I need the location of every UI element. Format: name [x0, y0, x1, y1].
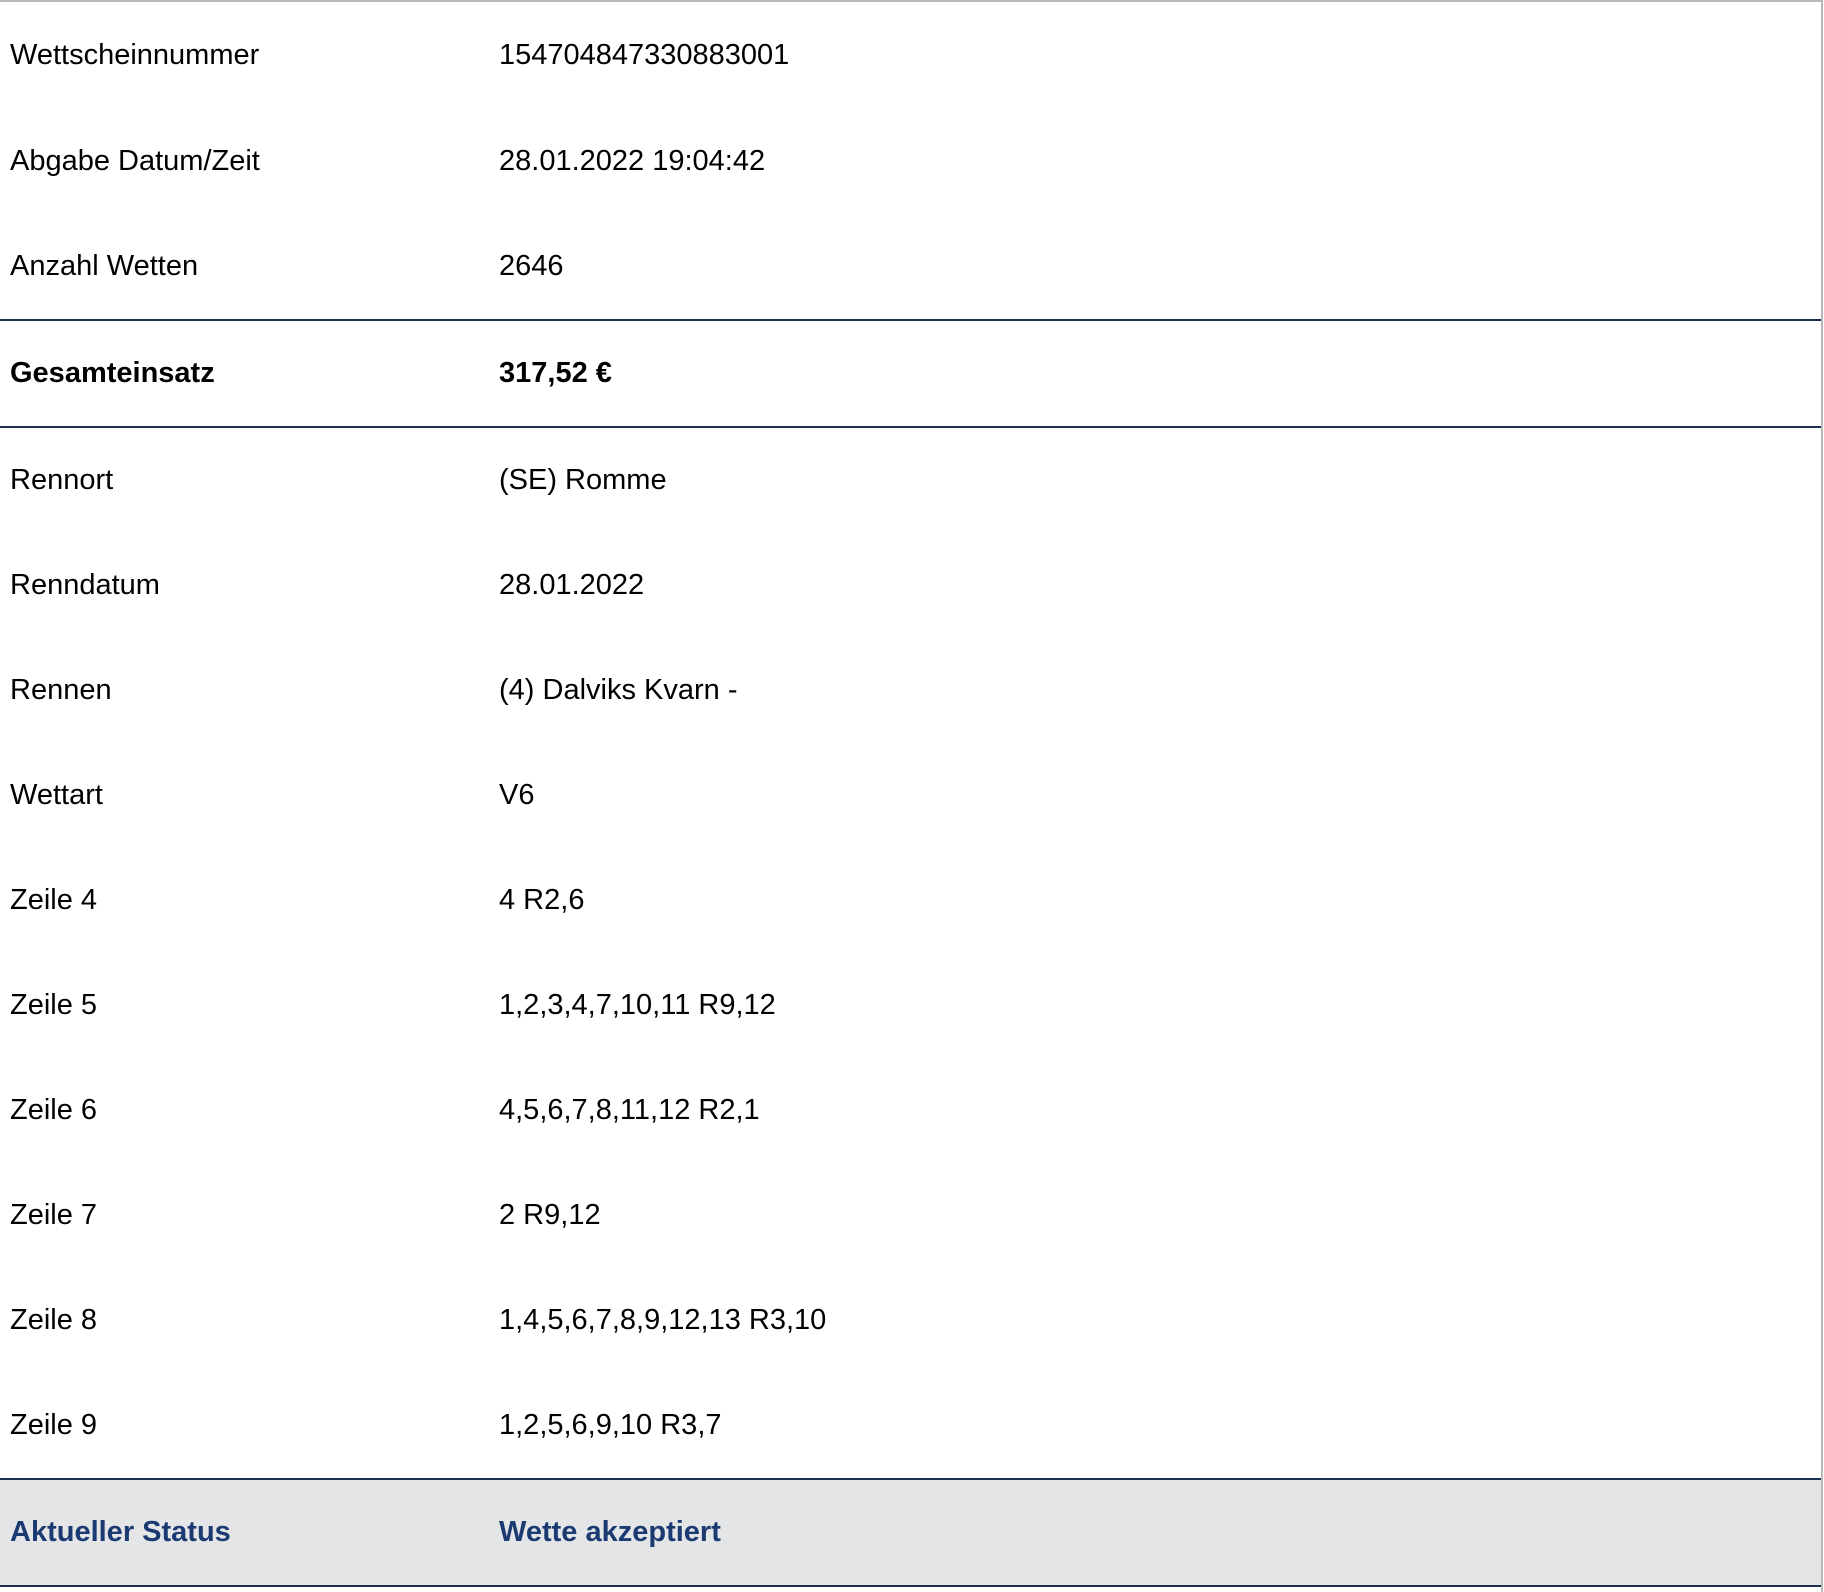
- race-date-value: 28.01.2022: [499, 569, 645, 601]
- bet-count-label: Anzahl Wetten: [10, 250, 199, 282]
- row-ticket-number: Wettscheinnummer 154704847330883001: [0, 2, 1821, 109]
- row-current-status: Aktueller Status Wette akzeptiert: [0, 1478, 1821, 1587]
- line-6-label: Zeile 6: [10, 1094, 98, 1126]
- race-date-label: Renndatum: [10, 569, 160, 601]
- row-race-location: Rennort (SE) Romme: [0, 428, 1821, 533]
- race-label: Rennen: [10, 674, 112, 706]
- submission-datetime-label: Abgabe Datum/Zeit: [10, 145, 260, 177]
- row-bet-type: Wettart V6: [0, 743, 1821, 848]
- row-line-8: Zeile 8 1,4,5,6,7,8,9,12,13 R3,10: [0, 1268, 1821, 1373]
- line-7-value: 2 R9,12: [499, 1199, 601, 1231]
- race-location-value: (SE) Romme: [499, 464, 667, 496]
- bet-type-label: Wettart: [10, 779, 103, 811]
- current-status-value: Wette akzeptiert: [499, 1516, 721, 1548]
- row-line-4: Zeile 4 4 R2,6: [0, 848, 1821, 953]
- line-4-value: 4 R2,6: [499, 884, 585, 916]
- row-race-date: Renndatum 28.01.2022: [0, 533, 1821, 638]
- row-line-7: Zeile 7 2 R9,12: [0, 1163, 1821, 1268]
- row-bet-count: Anzahl Wetten 2646: [0, 214, 1821, 319]
- line-5-value: 1,2,3,4,7,10,11 R9,12: [499, 989, 776, 1021]
- row-submission-datetime: Abgabe Datum/Zeit 28.01.2022 19:04:42: [0, 109, 1821, 214]
- line-9-value: 1,2,5,6,9,10 R3,7: [499, 1409, 722, 1441]
- line-5-label: Zeile 5: [10, 989, 98, 1021]
- row-race: Rennen (4) Dalviks Kvarn -: [0, 638, 1821, 743]
- line-9-label: Zeile 9: [10, 1409, 98, 1441]
- bet-type-value: V6: [499, 779, 535, 811]
- line-6-value: 4,5,6,7,8,11,12 R2,1: [499, 1094, 760, 1126]
- total-stake-label: Gesamteinsatz: [10, 357, 215, 389]
- row-line-6: Zeile 6 4,5,6,7,8,11,12 R2,1: [0, 1058, 1821, 1163]
- race-value: (4) Dalviks Kvarn -: [499, 674, 738, 706]
- row-total-stake: Gesamteinsatz 317,52 €: [0, 319, 1821, 428]
- bet-ticket-details: Wettscheinnummer 154704847330883001 Abga…: [0, 0, 1823, 1592]
- race-location-label: Rennort: [10, 464, 114, 496]
- submission-datetime-value: 28.01.2022 19:04:42: [499, 145, 766, 177]
- row-line-5: Zeile 5 1,2,3,4,7,10,11 R9,12: [0, 953, 1821, 1058]
- line-4-label: Zeile 4: [10, 884, 98, 916]
- line-7-label: Zeile 7: [10, 1199, 98, 1231]
- line-8-value: 1,4,5,6,7,8,9,12,13 R3,10: [499, 1304, 827, 1336]
- ticket-number-value: 154704847330883001: [499, 39, 790, 71]
- bet-count-value: 2646: [499, 250, 564, 282]
- row-line-9: Zeile 9 1,2,5,6,9,10 R3,7: [0, 1373, 1821, 1478]
- total-stake-value: 317,52 €: [499, 357, 612, 389]
- current-status-label: Aktueller Status: [10, 1516, 231, 1548]
- line-8-label: Zeile 8: [10, 1304, 98, 1336]
- ticket-number-label: Wettscheinnummer: [10, 39, 260, 71]
